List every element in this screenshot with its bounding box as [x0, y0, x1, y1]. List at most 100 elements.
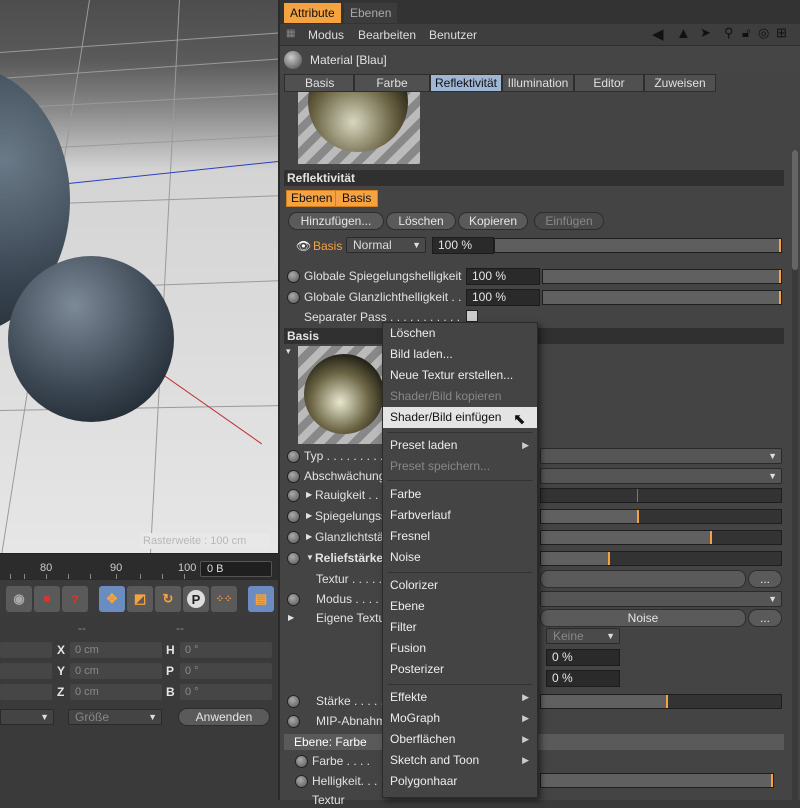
film-icon[interactable]: ▤ [248, 586, 274, 612]
menu-benutzer[interactable]: Benutzer [429, 28, 477, 42]
helligkeit-slider[interactable] [540, 773, 774, 788]
textur-browse-button[interactable]: ... [748, 570, 782, 588]
animate-radio[interactable] [287, 291, 300, 304]
relief-slider[interactable] [540, 551, 782, 566]
menu-item-posterizer[interactable]: Posterizer [383, 659, 537, 680]
abschwaechung-dropdown[interactable]: ▼ [540, 468, 782, 484]
menu-bearbeiten[interactable]: Bearbeiten [358, 28, 416, 42]
new-panel-icon[interactable]: ⊞ [776, 25, 787, 41]
global-gloss-field[interactable]: 100 % [466, 289, 540, 306]
dots-icon[interactable]: ⁘⁘ [211, 586, 237, 612]
menu-item-ebene[interactable]: Ebene [383, 596, 537, 617]
animate-radio[interactable] [287, 552, 300, 565]
menu-item-colorizer[interactable]: Colorizer [383, 575, 537, 596]
staerke-slider[interactable] [540, 694, 782, 709]
coord-field[interactable]: 0 cm [70, 642, 162, 658]
paste-layer-button[interactable]: Einfügen [534, 212, 604, 230]
expand-icon[interactable]: ▶ [288, 610, 294, 626]
tab-zuweisen[interactable]: Zuweisen [644, 74, 716, 92]
percent-field-2[interactable]: 0 % [546, 670, 620, 687]
up-arrow-icon[interactable]: ▲ [676, 25, 691, 42]
expand-icon[interactable]: ▶ [306, 529, 312, 545]
global-gloss-slider[interactable] [542, 290, 782, 305]
menu-item-fusion[interactable]: Fusion [383, 638, 537, 659]
back-arrow-icon[interactable]: ◀ [652, 25, 664, 43]
collapse-icon[interactable]: ▾ [286, 343, 291, 359]
menu-item-fresnel[interactable]: Fresnel [383, 526, 537, 547]
animate-radio[interactable] [287, 593, 300, 606]
delete-layer-button[interactable]: Löschen [386, 212, 456, 230]
move-icon[interactable]: ✥ [99, 586, 125, 612]
menu-item-farbe[interactable]: Farbe [383, 484, 537, 505]
menu-item-polygonhaar[interactable]: Polygonhaar [383, 771, 537, 792]
coord-field[interactable]: 0 ° [180, 684, 272, 700]
3d-viewport[interactable]: Rasterweite : 100 cm [0, 0, 278, 553]
rotate-icon[interactable]: ↻ [155, 586, 181, 612]
tab-basis[interactable]: Basis [284, 74, 354, 92]
lock-icon[interactable]: 🔓︎ [742, 25, 750, 41]
menu-item-mograph[interactable]: MoGraph ▶ [383, 708, 537, 729]
blend-mode-dropdown[interactable]: Normal ▼ [346, 237, 426, 253]
separate-pass-checkbox[interactable] [466, 310, 478, 322]
animate-radio[interactable] [287, 270, 300, 283]
glanzlicht-slider[interactable] [540, 530, 782, 545]
menu-item-neue-textur[interactable]: Neue Textur erstellen... [383, 365, 537, 386]
coord-field[interactable]: 0 cm [70, 684, 162, 700]
layer-opacity-slider[interactable] [494, 238, 782, 253]
menu-item-noise[interactable]: Noise [383, 547, 537, 568]
coord-field[interactable] [0, 642, 52, 658]
apply-button[interactable]: Anwenden [178, 708, 270, 726]
sphere-grey-icon[interactable]: ◉ [6, 586, 32, 612]
layer-opacity-field[interactable]: 100 % [432, 237, 494, 254]
collapse-icon[interactable]: ▼ [306, 550, 314, 566]
scrollbar-thumb[interactable] [792, 150, 798, 270]
tab-ebenen[interactable]: Ebenen [344, 3, 398, 23]
animate-radio[interactable] [287, 510, 300, 523]
coord-mode-dropdown[interactable]: ▼ [0, 709, 54, 725]
animate-radio[interactable] [287, 531, 300, 544]
tab-editor[interactable]: Editor [574, 74, 644, 92]
animate-radio[interactable] [287, 489, 300, 502]
coord-field[interactable] [0, 684, 52, 700]
animate-radio[interactable] [295, 775, 308, 788]
coord-field[interactable]: 0 cm [70, 663, 162, 679]
tab-reflektivitaet[interactable]: Reflektivität [430, 74, 502, 92]
layer-name[interactable]: Basis [313, 238, 342, 254]
scrollbar[interactable] [792, 150, 798, 800]
record-icon[interactable]: ⏺ [34, 586, 60, 612]
coord-field[interactable]: 0 ° [180, 642, 272, 658]
noise-shader-button[interactable]: Noise [540, 609, 746, 627]
menu-item-preset-laden[interactable]: Preset laden ▶ [383, 435, 537, 456]
eye-icon[interactable]: 👁︎ [296, 238, 311, 254]
tab-farbe[interactable]: Farbe [354, 74, 430, 92]
animate-radio[interactable] [295, 755, 308, 768]
material-preview[interactable] [298, 92, 420, 164]
menu-item-filter[interactable]: Filter [383, 617, 537, 638]
menu-item-farbverlauf[interactable]: Farbverlauf [383, 505, 537, 526]
menu-item-shader-einfuegen[interactable]: Shader/Bild einfügen ⬉ [383, 407, 537, 428]
menu-item-loeschen[interactable]: Löschen [383, 323, 537, 344]
p-icon[interactable]: P [183, 586, 209, 612]
search-icon[interactable]: ⚲ [724, 25, 734, 41]
spiegelung-slider[interactable] [540, 509, 782, 524]
menu-item-preset-speichern[interactable]: Preset speichern... [383, 456, 537, 477]
menu-modus[interactable]: Modus [308, 28, 344, 42]
coord-field[interactable]: 0 ° [180, 663, 272, 679]
rauigkeit-slider[interactable] [540, 488, 782, 503]
copy-layer-button[interactable]: Kopieren [458, 212, 528, 230]
help-icon[interactable]: ? [62, 586, 88, 612]
animate-radio[interactable] [287, 695, 300, 708]
add-layer-button[interactable]: Hinzufügen... [288, 212, 384, 230]
menu-item-sketch-and-toon[interactable]: Sketch and Toon ▶ [383, 750, 537, 771]
animate-radio[interactable] [287, 715, 300, 728]
layer-tab-ebenen[interactable]: Ebenen [286, 190, 338, 207]
scale-icon[interactable]: ◩ [127, 586, 153, 612]
menu-item-bild-laden[interactable]: Bild laden... [383, 344, 537, 365]
keine-dropdown[interactable]: Keine ▼ [546, 628, 620, 644]
global-spec-field[interactable]: 100 % [466, 268, 540, 285]
sphere-small[interactable] [8, 256, 174, 422]
menu-item-oberflaechen[interactable]: Oberflächen ▶ [383, 729, 537, 750]
cursor-icon[interactable]: ➤ [700, 25, 711, 41]
layer-tab-basis[interactable]: Basis [335, 190, 379, 207]
size-dropdown[interactable]: Größe ▼ [68, 709, 162, 725]
